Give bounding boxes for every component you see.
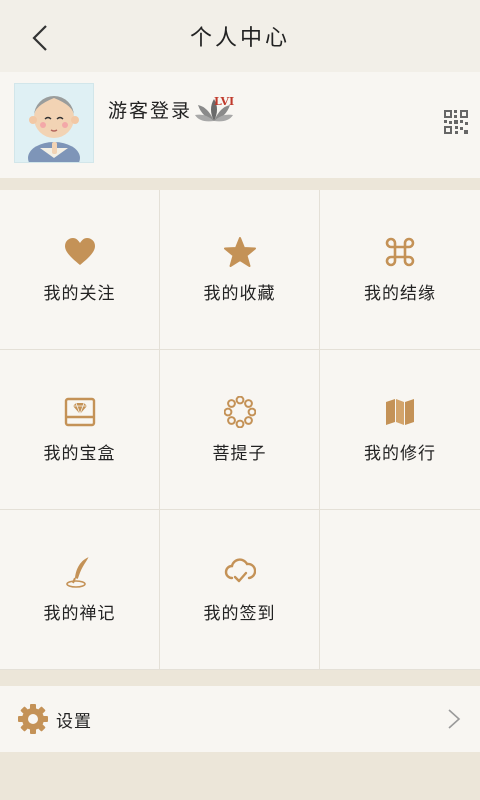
menu-item-label: 我的修行 [364,444,436,464]
level-badge: LVI [194,94,238,123]
bead-bracelet-icon [223,396,256,428]
menu-item-follow[interactable]: 我的关注 [0,190,160,350]
monk-avatar-icon [28,96,80,162]
treasure-box-icon [64,397,95,427]
menu-item-practice[interactable]: 我的修行 [320,350,480,510]
empty-cell [320,510,480,670]
quill-pen-icon [65,556,89,588]
menu-item-label: 我的关注 [43,284,116,304]
menu-item-zen-notes[interactable]: 我的禅记 [0,510,160,670]
map-icon [386,399,414,425]
menu-item-check-in[interactable]: 我的签到 [160,510,320,670]
menu-item-label: 我的签到 [203,604,276,624]
feature-grid: 我的关注 我的收藏 我的结缘 我的宝盒 菩提子 我的修行 我的禅记 我的签到 [0,190,480,670]
menu-item-label: 我的结缘 [364,284,436,304]
menu-item-bodhi-beads[interactable]: 菩提子 [160,350,320,510]
qr-code-icon[interactable] [444,110,468,134]
username[interactable]: 游客登录 [108,96,192,123]
menu-item-affinity[interactable]: 我的结缘 [320,190,480,350]
menu-item-label: 我的宝盒 [43,444,116,464]
menu-item-label: 我的禅记 [43,604,116,624]
settings-label: 设置 [56,712,92,732]
star-icon [223,237,256,267]
gear-icon [18,704,48,734]
heart-icon [64,238,95,265]
menu-item-treasure-box[interactable]: 我的宝盒 [0,350,160,510]
level-text: LVI [214,94,235,108]
profile-card[interactable]: 游客登录 LVI [0,72,480,178]
cloud-check-icon [224,558,256,583]
menu-item-favorites[interactable]: 我的收藏 [160,190,320,350]
menu-item-label: 我的收藏 [203,284,276,304]
menu-item-label: 菩提子 [212,444,267,464]
settings-row[interactable]: 设置 [0,686,480,752]
avatar[interactable] [14,83,94,163]
command-knot-icon [385,237,415,267]
top-bar: 个人中心 [0,0,480,72]
chevron-right-icon [448,709,461,729]
page-title: 个人中心 [189,26,290,51]
